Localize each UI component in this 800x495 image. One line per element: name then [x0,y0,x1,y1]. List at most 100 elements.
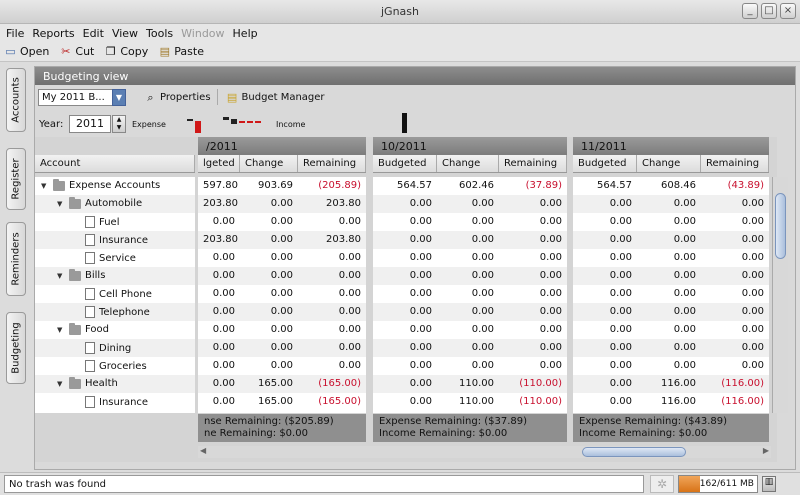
remaining-cell[interactable]: 0.00 [499,321,567,339]
table-row[interactable]: 0.00 110.00 (110.00) [373,375,567,393]
budgeted-cell[interactable]: 0.00 [198,285,240,303]
budget-manager-button[interactable]: ▤ Budget Manager [226,91,325,104]
remaining-cell[interactable]: 203.80 [298,195,366,213]
account-row[interactable]: ▼ Expense Accounts [35,177,195,195]
menu-view[interactable]: View [112,27,138,40]
table-row[interactable]: 0.00 0.00 0.00 [373,321,567,339]
remaining-cell[interactable]: 203.80 [298,231,366,249]
change-cell[interactable]: 0.00 [637,213,701,231]
col-remaining[interactable]: Remaining [499,155,567,172]
change-cell[interactable]: 0.00 [240,339,298,357]
change-cell[interactable]: 0.00 [437,231,499,249]
change-cell[interactable]: 0.00 [637,267,701,285]
remaining-cell[interactable]: 0.00 [701,303,769,321]
account-row[interactable]: ▼ Bills [35,267,195,285]
table-row[interactable]: 0.00 0.00 0.00 [573,339,769,357]
remaining-cell[interactable]: 0.00 [499,195,567,213]
change-cell[interactable]: 608.46 [637,177,701,195]
table-row[interactable]: 0.00 0.00 0.00 [573,285,769,303]
year-spinner[interactable]: ▲ ▼ [112,115,126,133]
budgeted-cell[interactable]: 0.00 [573,303,637,321]
table-row[interactable]: 0.00 165.00 (165.00) [198,393,366,411]
remaining-cell[interactable]: 0.00 [298,303,366,321]
remaining-cell[interactable]: 0.00 [701,195,769,213]
change-cell[interactable]: 0.00 [637,357,701,375]
remaining-cell[interactable]: 0.00 [298,321,366,339]
close-icon[interactable]: × [780,3,796,19]
account-row[interactable]: Dining [35,339,195,357]
change-cell[interactable]: 0.00 [437,321,499,339]
col-remaining[interactable]: Remaining [298,155,366,172]
budgeted-cell[interactable]: 0.00 [373,213,437,231]
menu-help[interactable]: Help [233,27,258,40]
budgeted-cell[interactable]: 0.00 [373,357,437,375]
memory-indicator[interactable]: 162/611 MB [678,475,758,493]
budgeted-cell[interactable]: 0.00 [373,231,437,249]
budgeted-cell[interactable]: 0.00 [373,303,437,321]
budgeted-cell[interactable]: 0.00 [373,267,437,285]
table-row[interactable]: 0.00 0.00 0.00 [198,357,366,375]
remaining-cell[interactable]: 0.00 [701,267,769,285]
minimize-icon[interactable]: _ [742,3,758,19]
table-row[interactable]: 0.00 0.00 0.00 [373,357,567,375]
menu-reports[interactable]: Reports [32,27,74,40]
expand-triangle-icon[interactable]: ▼ [57,380,65,388]
budgeted-cell[interactable]: 0.00 [573,213,637,231]
col-budgeted-partial[interactable]: lgeted [198,155,240,172]
table-row[interactable]: 0.00 0.00 0.00 [198,213,366,231]
table-row[interactable]: 0.00 0.00 0.00 [573,213,769,231]
expand-triangle-icon[interactable]: ▼ [57,326,65,334]
budgeted-cell[interactable]: 0.00 [198,321,240,339]
budgeted-cell[interactable]: 0.00 [373,321,437,339]
table-row[interactable]: 0.00 110.00 (110.00) [373,393,567,411]
change-cell[interactable]: 110.00 [437,393,499,411]
table-row[interactable]: 0.00 0.00 0.00 [198,339,366,357]
table-row[interactable]: 0.00 0.00 0.00 [198,249,366,267]
remaining-cell[interactable]: 0.00 [701,231,769,249]
budgeted-cell[interactable]: 0.00 [198,357,240,375]
table-row[interactable]: 0.00 0.00 0.00 [373,213,567,231]
change-cell[interactable]: 110.00 [437,375,499,393]
table-row[interactable]: 0.00 116.00 (116.00) [573,393,769,411]
remaining-cell[interactable]: 0.00 [701,357,769,375]
change-cell[interactable]: 0.00 [240,285,298,303]
remaining-cell[interactable]: 0.00 [499,249,567,267]
remaining-cell[interactable]: (110.00) [499,393,567,411]
remaining-cell[interactable]: 0.00 [499,339,567,357]
table-row[interactable]: 0.00 0.00 0.00 [573,249,769,267]
table-row[interactable]: 0.00 165.00 (165.00) [198,375,366,393]
budgeted-cell[interactable]: 0.00 [373,249,437,267]
col-change[interactable]: Change [240,155,298,172]
account-row[interactable]: Fuel [35,213,195,231]
budgeted-cell[interactable]: 0.00 [573,393,637,411]
col-budgeted[interactable]: Budgeted [373,155,437,172]
budgeted-cell[interactable]: 0.00 [573,375,637,393]
menu-tools[interactable]: Tools [146,27,173,40]
budgeted-cell[interactable]: 0.00 [573,195,637,213]
change-cell[interactable]: 0.00 [637,285,701,303]
remaining-cell[interactable]: 0.00 [701,249,769,267]
change-cell[interactable]: 0.00 [637,321,701,339]
budgeted-cell[interactable]: 0.00 [573,231,637,249]
col-budgeted[interactable]: Budgeted [573,155,637,172]
remaining-cell[interactable]: (116.00) [701,393,769,411]
budgeted-cell[interactable]: 564.57 [373,177,437,195]
budgeted-cell[interactable]: 0.00 [373,195,437,213]
budgeted-cell[interactable]: 203.80 [198,231,240,249]
remaining-cell[interactable]: (205.89) [298,177,366,195]
budgeted-cell[interactable]: 0.00 [373,339,437,357]
account-row[interactable]: ▼ Food [35,321,195,339]
table-row[interactable]: 564.57 608.46 (43.89) [573,177,769,195]
scroll-left-icon[interactable]: ◀ [200,446,206,455]
budgeted-cell[interactable]: 0.00 [373,375,437,393]
table-row[interactable]: 0.00 0.00 0.00 [573,231,769,249]
table-row[interactable]: 0.00 0.00 0.00 [573,321,769,339]
horizontal-scroll-thumb[interactable] [582,447,686,457]
tab-budgeting[interactable]: Budgeting [6,312,26,384]
budgeted-cell[interactable]: 0.00 [373,393,437,411]
change-cell[interactable]: 0.00 [637,303,701,321]
remaining-cell[interactable]: 0.00 [499,303,567,321]
change-cell[interactable]: 0.00 [437,285,499,303]
change-cell[interactable]: 0.00 [240,267,298,285]
budgeted-cell[interactable]: 0.00 [198,249,240,267]
